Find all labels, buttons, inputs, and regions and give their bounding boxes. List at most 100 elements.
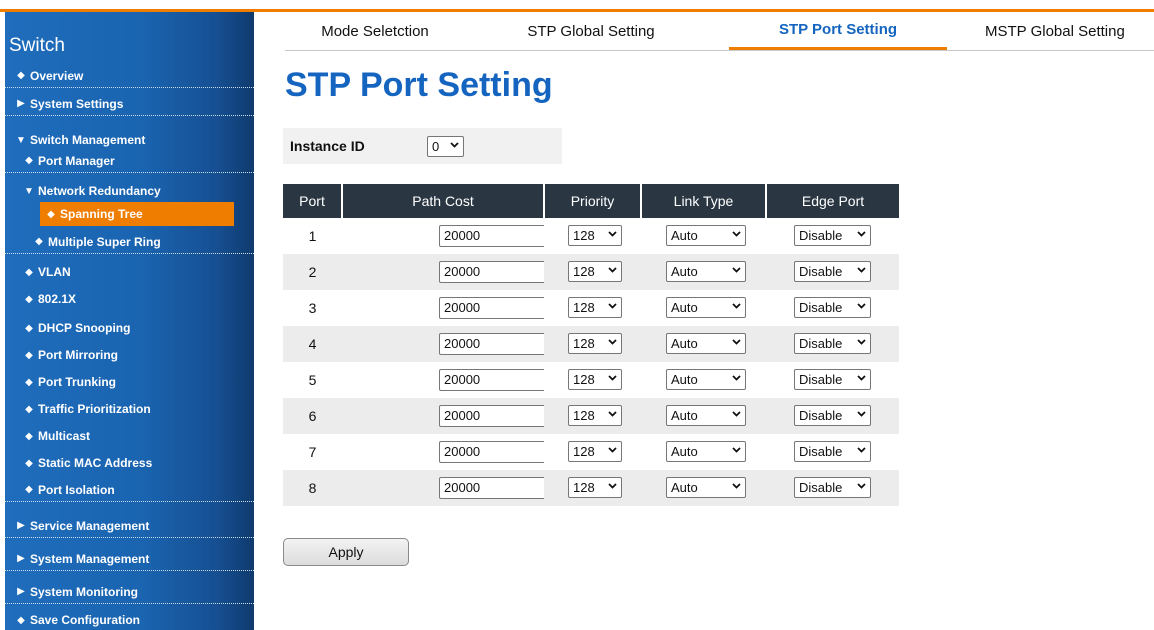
diamond-icon: ◆ — [25, 349, 33, 361]
priority-value: 128 — [573, 228, 595, 243]
chevron-down-icon — [608, 446, 617, 454]
tab-stp-global-setting[interactable]: STP Global Setting — [501, 12, 681, 50]
link-type-value: Auto — [671, 480, 698, 495]
port-cell: 2 — [283, 254, 342, 290]
sidebar-item-system-management[interactable]: ▶ System Management — [5, 547, 254, 571]
caret-right-icon: ▶ — [17, 553, 25, 564]
table-row: 2 20000 128 Auto Disable — [283, 254, 899, 290]
sidebar-item-service-management[interactable]: ▶ Service Management — [5, 514, 254, 538]
link-type-select[interactable]: Auto — [666, 477, 746, 498]
sidebar-item-port-trunking[interactable]: ◆ Port Trunking — [5, 370, 254, 394]
sidebar-item-system-settings[interactable]: ▶ System Settings — [5, 92, 254, 116]
diamond-icon: ◆ — [25, 403, 33, 415]
sidebar-item-label: Port Mirroring — [38, 348, 118, 362]
sidebar-item-system-monitoring[interactable]: ▶ System Monitoring — [5, 580, 254, 604]
chevron-down-icon — [608, 338, 617, 346]
chevron-down-icon — [732, 410, 741, 418]
port-cell: 6 — [283, 398, 342, 434]
table-row: 3 20000 128 Auto Disable — [283, 290, 899, 326]
sidebar-item-save-configuration[interactable]: ◆ Save Configuration — [5, 608, 254, 630]
table-row: 5 20000 128 Auto Disable — [283, 362, 899, 398]
path-cost-cell: 20000 — [342, 218, 568, 254]
edge-port-cell: Disable — [766, 326, 899, 362]
chevron-down-icon — [732, 230, 741, 238]
sidebar-item-label: Port Isolation — [38, 482, 115, 497]
edge-port-value: Disable — [799, 300, 843, 315]
port-number: 3 — [308, 300, 317, 316]
sidebar-item-label: Network Redundancy — [38, 184, 161, 198]
sidebar-item-traffic-prioritization[interactable]: ◆ Traffic Prioritization — [5, 397, 254, 421]
sidebar-item-spanning-tree[interactable]: ◆ Spanning Tree — [40, 202, 234, 226]
chevron-down-icon — [857, 302, 866, 310]
edge-port-select[interactable]: Disable — [794, 405, 871, 426]
sidebar-item-label: System Settings — [30, 96, 124, 111]
sidebar-item-multiple-super-ring[interactable]: ◆ Multiple Super Ring — [5, 230, 254, 254]
col-header-path-cost: Path Cost — [342, 184, 545, 218]
col-header-edge-port: Edge Port — [766, 184, 899, 218]
sidebar-item-static-mac-address[interactable]: ◆ Static MAC Address — [5, 451, 254, 475]
path-cost-value: 20000 — [444, 228, 481, 243]
link-type-select[interactable]: Auto — [666, 225, 746, 246]
instance-id-select[interactable]: 0 — [427, 136, 464, 157]
link-type-select[interactable]: Auto — [666, 297, 746, 318]
sidebar-item-dhcp-snooping[interactable]: ◆ DHCP Snooping — [5, 316, 254, 340]
sidebar-item-port-manager[interactable]: ◆ Port Manager — [5, 149, 254, 173]
path-cost-cell: 20000 — [342, 290, 568, 326]
sidebar-item-port-isolation[interactable]: ◆ Port Isolation — [5, 478, 254, 502]
sidebar: Switch ◆ Overview ▶ System Settings ▼ Switc… — [5, 12, 254, 630]
edge-port-cell: Disable — [766, 362, 899, 398]
diamond-icon: ◆ — [25, 376, 33, 388]
edge-port-select[interactable]: Disable — [794, 333, 871, 354]
diamond-icon: ◆ — [17, 614, 25, 626]
link-type-cell: Auto — [641, 470, 766, 506]
link-type-cell: Auto — [641, 218, 766, 254]
table-row: 7 20000 128 Auto Disable — [283, 434, 899, 470]
sidebar-item-vlan[interactable]: ◆ VLAN — [5, 260, 254, 284]
edge-port-select[interactable]: Disable — [794, 441, 871, 462]
priority-select[interactable]: 128 — [568, 477, 622, 498]
tab-stp-port-setting[interactable]: STP Port Setting — [729, 12, 947, 50]
edge-port-value: Disable — [799, 444, 843, 459]
chevron-down-icon — [732, 338, 741, 346]
col-header-priority: Priority — [544, 184, 642, 218]
chevron-down-icon — [732, 446, 741, 454]
tab-mode-selection[interactable]: Mode Seletction — [285, 12, 465, 50]
priority-select[interactable]: 128 — [568, 297, 622, 318]
priority-select[interactable]: 128 — [568, 261, 622, 282]
sidebar-item-8021x[interactable]: ◆ 802.1X — [5, 287, 254, 311]
sidebar-item-network-redundancy[interactable]: ▼ Network Redundancy — [5, 179, 254, 203]
link-type-select[interactable]: Auto — [666, 261, 746, 282]
link-type-select[interactable]: Auto — [666, 405, 746, 426]
link-type-select[interactable]: Auto — [666, 333, 746, 354]
instance-id-label: Instance ID — [290, 138, 365, 154]
chevron-down-icon — [857, 266, 866, 274]
edge-port-select[interactable]: Disable — [794, 477, 871, 498]
sidebar-item-multicast[interactable]: ◆ Multicast — [5, 424, 254, 448]
priority-select[interactable]: 128 — [568, 369, 622, 390]
apply-button[interactable]: Apply — [283, 538, 409, 566]
table-row: 1 20000 128 Auto Disable — [283, 218, 899, 254]
priority-select[interactable]: 128 — [568, 333, 622, 354]
chevron-down-icon — [732, 266, 741, 274]
sidebar-item-label: Static MAC Address — [38, 456, 153, 470]
tab-mstp-global-setting[interactable]: MSTP Global Setting — [985, 12, 1154, 50]
diamond-icon: ◆ — [25, 457, 33, 469]
priority-cell: 128 — [544, 218, 641, 254]
link-type-select[interactable]: Auto — [666, 369, 746, 390]
edge-port-select[interactable]: Disable — [794, 297, 871, 318]
priority-cell: 128 — [544, 254, 641, 290]
priority-select[interactable]: 128 — [568, 405, 622, 426]
path-cost-value: 20000 — [444, 264, 481, 279]
sidebar-item-port-mirroring[interactable]: ◆ Port Mirroring — [5, 343, 254, 367]
table-row: 8 20000 128 Auto Disable — [283, 470, 899, 506]
priority-select[interactable]: 128 — [568, 441, 622, 462]
link-type-select[interactable]: Auto — [666, 441, 746, 462]
edge-port-value: Disable — [799, 228, 843, 243]
edge-port-select[interactable]: Disable — [794, 261, 871, 282]
edge-port-select[interactable]: Disable — [794, 369, 871, 390]
priority-select[interactable]: 128 — [568, 225, 622, 246]
edge-port-select[interactable]: Disable — [794, 225, 871, 246]
sidebar-item-overview[interactable]: ◆ Overview — [5, 64, 254, 88]
link-type-value: Auto — [671, 228, 698, 243]
caret-right-icon: ▶ — [17, 98, 25, 109]
